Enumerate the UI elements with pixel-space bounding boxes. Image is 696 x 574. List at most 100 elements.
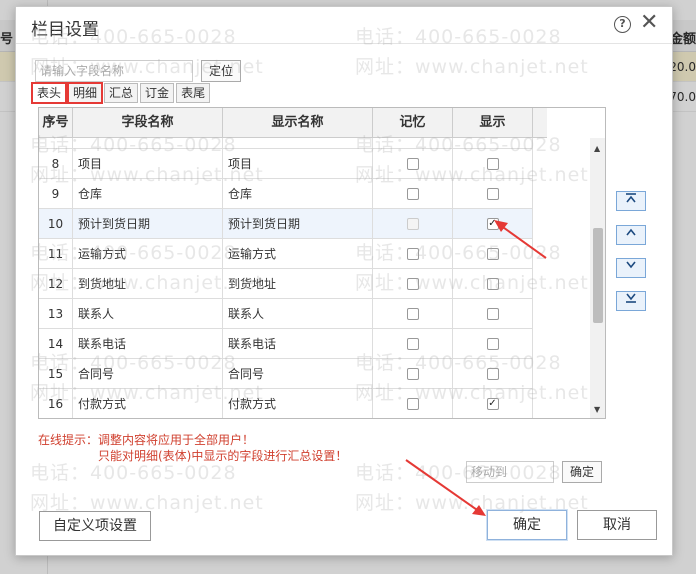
display-name-cell: 合同号 (223, 359, 373, 389)
memory-checkbox[interactable] (406, 337, 419, 350)
display-name-cell: 预计到货日期 (223, 209, 373, 239)
move-to-confirm-button[interactable]: 确定 (562, 461, 602, 483)
show-cell (453, 239, 533, 269)
table-row[interactable]: 8 项目 项目 (39, 149, 533, 179)
move-bottom-button[interactable] (616, 291, 646, 311)
grid-header: 序号 字段名称 显示名称 记忆 显示 (39, 108, 547, 138)
row-number-cell: 16 (39, 389, 73, 418)
column-header-no: 序号 (39, 108, 73, 138)
scroll-thumb[interactable] (593, 228, 603, 323)
memory-cell (373, 149, 453, 179)
memory-cell (373, 359, 453, 389)
display-name-cell: 项目 (223, 149, 373, 179)
memory-checkbox[interactable] (406, 157, 419, 170)
field-name-cell: 联系人 (73, 299, 223, 329)
move-bottom-icon (626, 293, 636, 303)
tab-header[interactable]: 表头 (30, 82, 68, 104)
ok-button[interactable]: 确定 (487, 510, 567, 540)
show-checkbox[interactable] (486, 277, 499, 290)
column-header-field-name: 字段名称 (73, 108, 223, 138)
show-cell (453, 389, 533, 418)
fields-grid: 序号 字段名称 显示名称 记忆 显示 8 项目 项目 9 仓库 仓库 10 预计到货日期 预计到… (38, 107, 606, 419)
show-checkbox[interactable] (486, 187, 499, 200)
table-row[interactable]: 14 联系电话 联系电话 (39, 329, 533, 359)
table-cell (39, 138, 73, 149)
table-row[interactable]: 11 运输方式 运输方式 (39, 239, 533, 269)
table-cell (73, 138, 223, 149)
column-header-display-name: 显示名称 (223, 108, 373, 138)
row-number-cell: 10 (39, 209, 73, 239)
memory-checkbox[interactable] (406, 277, 419, 290)
show-cell (453, 179, 533, 209)
row-number-cell: 9 (39, 179, 73, 209)
tab-summary[interactable]: 汇总 (104, 83, 139, 103)
close-icon[interactable]: ✕ (640, 11, 658, 35)
field-search-input[interactable] (35, 60, 193, 82)
display-name-cell: 付款方式 (223, 389, 373, 418)
row-number-cell: 8 (39, 149, 73, 179)
memory-checkbox[interactable] (406, 307, 419, 320)
table-row[interactable]: 15 合同号 合同号 (39, 359, 533, 389)
row-number-cell: 13 (39, 299, 73, 329)
row-number-cell: 12 (39, 269, 73, 299)
move-to-input[interactable] (466, 461, 554, 483)
help-icon[interactable]: ? (614, 16, 631, 33)
custom-fields-button[interactable]: 自定义项设置 (39, 511, 151, 541)
grid-scrollbar[interactable]: ▲ ▼ (590, 138, 605, 418)
display-name-cell: 到货地址 (223, 269, 373, 299)
memory-cell (373, 239, 453, 269)
memory-checkbox[interactable] (406, 187, 419, 200)
tip-line-2: 只能对明细(表体)中显示的字段进行汇总设置！ (98, 449, 348, 463)
tab-detail[interactable]: 明细 (67, 82, 104, 104)
memory-cell (373, 179, 453, 209)
show-cell (453, 299, 533, 329)
column-header-show: 显示 (453, 108, 533, 138)
memory-checkbox[interactable] (406, 367, 419, 380)
show-checkbox[interactable] (486, 247, 499, 260)
move-top-icon (626, 193, 636, 203)
tip-line-1: 在线提示：调整内容将应用于全部用户！ (38, 433, 255, 447)
show-checkbox[interactable] (486, 367, 499, 380)
scroll-down-arrow-icon[interactable]: ▼ (594, 405, 600, 414)
table-row[interactable]: 9 仓库 仓库 (39, 179, 533, 209)
field-name-cell: 联系电话 (73, 329, 223, 359)
show-checkbox[interactable] (486, 397, 499, 410)
display-name-cell: 联系电话 (223, 329, 373, 359)
move-up-button[interactable] (616, 225, 646, 245)
memory-cell (373, 329, 453, 359)
field-name-cell: 项目 (73, 149, 223, 179)
field-name-cell: 合同号 (73, 359, 223, 389)
dialog-title: 栏目设置 (31, 20, 99, 40)
scroll-up-arrow-icon[interactable]: ▲ (594, 144, 600, 153)
field-name-cell: 到货地址 (73, 269, 223, 299)
locate-button[interactable]: 定位 (201, 60, 241, 82)
field-name-cell: 运输方式 (73, 239, 223, 269)
display-name-cell: 联系人 (223, 299, 373, 329)
show-cell (453, 329, 533, 359)
show-checkbox[interactable] (486, 217, 499, 230)
memory-checkbox[interactable] (406, 247, 419, 260)
tab-footer[interactable]: 表尾 (176, 83, 211, 103)
show-checkbox[interactable] (486, 307, 499, 320)
column-header-memory: 记忆 (373, 108, 453, 138)
cancel-button[interactable]: 取消 (577, 510, 657, 540)
move-down-button[interactable] (616, 258, 646, 278)
memory-cell (373, 299, 453, 329)
memory-checkbox[interactable] (406, 397, 419, 410)
memory-cell (373, 389, 453, 418)
field-name-cell: 预计到货日期 (73, 209, 223, 239)
show-checkbox[interactable] (486, 337, 499, 350)
table-row[interactable]: 10 预计到货日期 预计到货日期 (39, 209, 533, 239)
table-row[interactable]: 12 到货地址 到货地址 (39, 269, 533, 299)
display-name-cell: 运输方式 (223, 239, 373, 269)
move-top-button[interactable] (616, 191, 646, 211)
show-cell (453, 359, 533, 389)
show-checkbox[interactable] (486, 157, 499, 170)
row-number-cell: 14 (39, 329, 73, 359)
table-row[interactable]: 16 付款方式 付款方式 (39, 389, 533, 418)
table-row[interactable]: 13 联系人 联系人 (39, 299, 533, 329)
tab-deposit[interactable]: 订金 (140, 83, 175, 103)
show-cell (453, 149, 533, 179)
row-number-cell: 15 (39, 359, 73, 389)
memory-checkbox (406, 217, 419, 230)
